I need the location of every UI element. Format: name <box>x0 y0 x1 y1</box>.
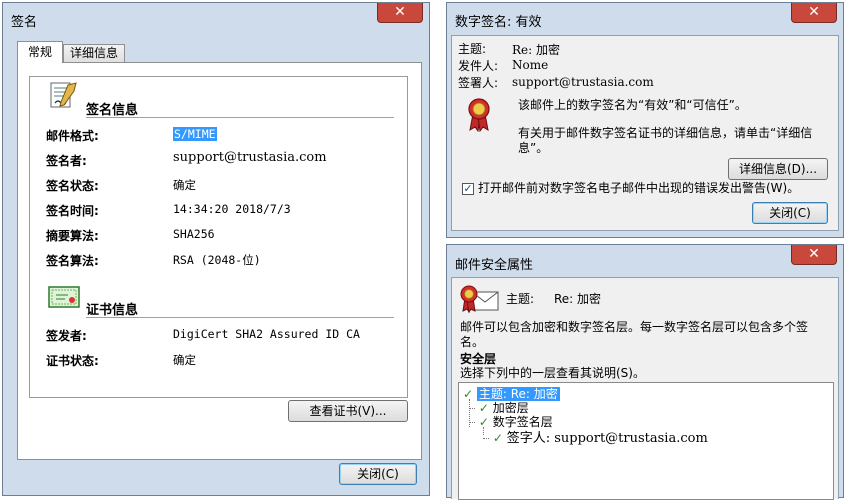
message-format-value[interactable]: S/MIME <box>173 127 217 141</box>
security-description: 邮件可以包含加密和数字签名层。每一数字签名层可以包含多个签名。 <box>460 320 809 349</box>
signer-value: support@trustasia.com <box>173 150 327 165</box>
select-layer-text: 选择下列中的一层查看其说明(S)。 <box>460 366 645 380</box>
certificate-status-label: 证书状态: <box>46 354 99 368</box>
signer-label: 签署人: <box>458 76 499 90</box>
signer-label: 签名者: <box>46 154 87 168</box>
digest-algorithm-value: SHA256 <box>173 227 215 241</box>
details-button[interactable]: 详细信息(D)... <box>728 158 828 180</box>
certificate-status-value: 确定 <box>173 353 196 367</box>
signature-algorithm-value: RSA (2048-位) <box>173 253 261 267</box>
signature-status-value: 确定 <box>173 178 196 192</box>
security-layer-heading: 安全层 <box>460 352 497 366</box>
subject-value: Re: 加密 <box>512 43 560 57</box>
signed-message-icon <box>460 285 499 314</box>
from-value: Nome <box>512 58 549 72</box>
message-security-window: 邮件安全属性 ✕ 主题: Re: 加密 邮件可以包含加密和数字签名层。每一数字签… <box>446 244 844 500</box>
security-subject-value: Re: 加密 <box>554 292 602 306</box>
signature-window: 签名 ✕ 常规 详细信息 签名信息 邮件格式: S/MIME 签名者: supp… <box>2 2 430 496</box>
close-icon[interactable]: ✕ <box>791 3 837 23</box>
signature-algorithm-label: 签名算法: <box>46 254 99 268</box>
certificate-icon <box>48 286 80 308</box>
tab-details-label: 详细信息 <box>69 46 118 60</box>
message-security-client: 主题: Re: 加密 邮件可以包含加密和数字签名层。每一数字签名层可以包含多个签… <box>451 277 839 500</box>
digest-algorithm-label: 摘要算法: <box>46 229 99 243</box>
certificate-section-divider <box>86 317 394 318</box>
signature-close-button[interactable]: 关闭(C) <box>339 463 417 485</box>
subject-label: 主题: <box>458 42 487 56</box>
signature-details-text: 有关用于邮件数字签名证书的详细信息，请单击“详细信息”。 <box>518 126 813 155</box>
digital-signature-titlebar[interactable]: 数字签名: 有效 ✕ <box>447 3 843 33</box>
signature-titlebar[interactable]: 签名 ✕ <box>3 3 429 33</box>
tree-branch <box>483 438 489 439</box>
certificate-section-title: 证书信息 <box>86 303 139 318</box>
digital-signature-window-title: 数字签名: 有效 <box>455 15 542 30</box>
signature-valid-text: 该邮件上的数字签名为“有效”和“可信任”。 <box>518 98 747 112</box>
warn-checkbox-label[interactable]: 打开邮件前对数字签名电子邮件中出现的错误发出警告(W)。 <box>478 181 799 196</box>
tree-item-signer[interactable]: ✓ 签字人: support@trustasia.com <box>483 427 708 446</box>
signature-section-title: 签名信息 <box>86 103 139 118</box>
message-format-label: 邮件格式: <box>46 129 99 143</box>
tab-general-label: 常规 <box>27 45 52 59</box>
award-ribbon-icon <box>468 98 490 132</box>
tree-item-signer-label: 签字人: support@trustasia.com <box>506 431 708 446</box>
view-certificate-button[interactable]: 查看证书(V)... <box>288 400 408 422</box>
signer-value: support@trustasia.com <box>512 75 654 89</box>
digital-signature-window: 数字签名: 有效 ✕ 主题: Re: 加密 发件人: Nome 签署人: sup… <box>446 2 844 238</box>
from-label: 发件人: <box>458 59 499 73</box>
tab-general[interactable]: 常规 <box>17 41 63 63</box>
tab-details[interactable]: 详细信息 <box>63 44 125 63</box>
warn-checkbox[interactable]: ✓ <box>462 183 474 195</box>
signing-time-label: 签名时间: <box>46 204 99 218</box>
digital-signature-client: 主题: Re: 加密 发件人: Nome 签署人: support@trusta… <box>451 35 839 231</box>
close-icon[interactable]: ✕ <box>377 3 423 23</box>
digital-signature-close-button[interactable]: 关闭(C) <box>752 202 828 224</box>
signed-document-icon <box>50 82 77 108</box>
signature-status-label: 签名状态: <box>46 179 99 193</box>
check-icon: ✓ <box>492 431 503 445</box>
message-security-titlebar[interactable]: 邮件安全属性 ✕ <box>447 245 843 275</box>
signature-section-divider <box>86 117 394 118</box>
tree-branch <box>469 422 475 423</box>
general-tab-panel: 签名信息 邮件格式: S/MIME 签名者: support@trustasia… <box>17 62 422 460</box>
signature-window-title: 签名 <box>11 15 38 30</box>
security-subject-label: 主题: <box>506 292 535 306</box>
message-security-window-title: 邮件安全属性 <box>455 258 534 273</box>
close-icon[interactable]: ✕ <box>791 245 837 265</box>
tree-branch <box>469 408 475 409</box>
signing-time-value: 14:34:20 2018/7/3 <box>173 202 291 216</box>
security-layer-tree[interactable]: ✓ 主题: Re: 加密 ✓ 加密层 ✓ 数字签名层 ✓ 签字人: suppor… <box>458 382 834 500</box>
issuer-label: 签发者: <box>46 329 87 343</box>
issuer-value: DigiCert SHA2 Assured ID CA <box>173 327 360 341</box>
